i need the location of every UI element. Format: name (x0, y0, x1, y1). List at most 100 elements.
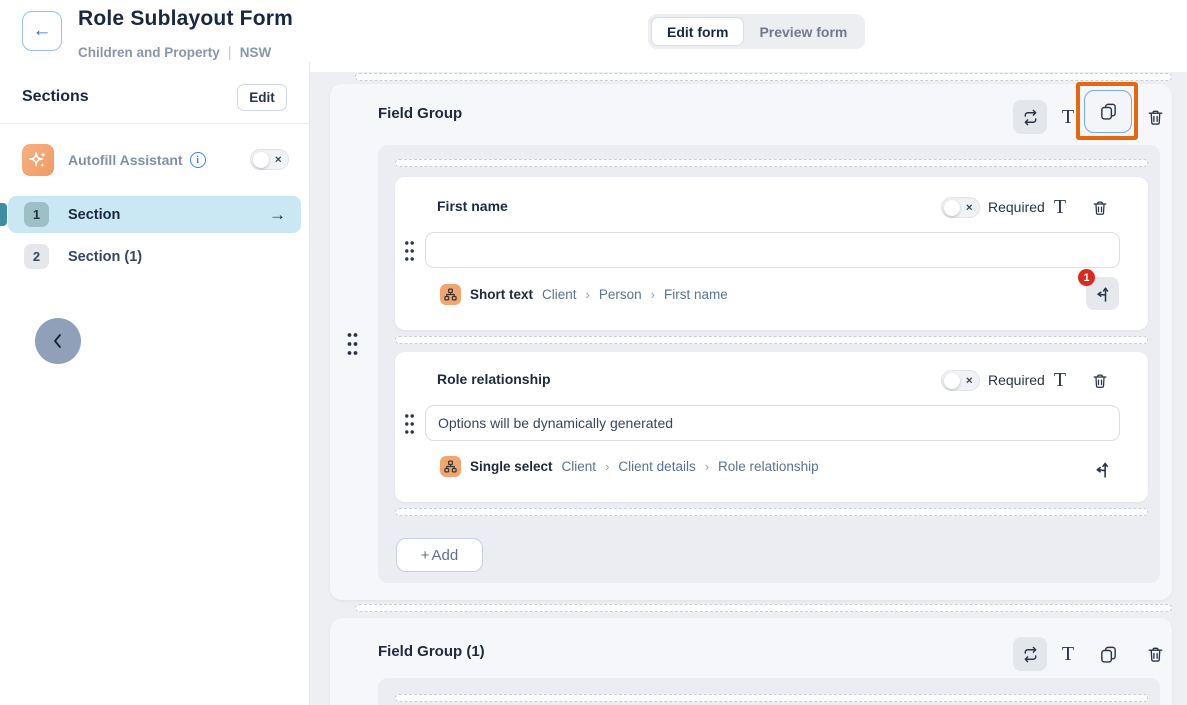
delete-group-button[interactable] (1138, 100, 1172, 134)
toggle-off-icon: ✕ (965, 202, 973, 213)
field-label: Role relationship (437, 371, 551, 387)
back-button[interactable]: ← (22, 11, 62, 51)
sync-icon (1021, 108, 1040, 127)
field-group-title: Field Group (378, 105, 462, 122)
mapping-crumb: First name (664, 287, 728, 302)
sections-heading: Sections (22, 88, 89, 106)
sitemap-icon (440, 284, 461, 305)
trash-icon (1146, 108, 1165, 127)
mapping-crumb: Person (599, 287, 642, 302)
field-delete-button[interactable] (1087, 195, 1113, 221)
required-toggle[interactable]: ✕ (941, 197, 980, 218)
section-number-badge: 2 (24, 244, 49, 269)
field-drag-handle[interactable] (403, 239, 416, 263)
toggle-knob (944, 373, 960, 389)
dropzone-field (395, 694, 1148, 702)
sync-fields-button[interactable] (1013, 100, 1047, 134)
dropzone-field (395, 508, 1148, 516)
toggle-off-icon: ✕ (274, 154, 282, 165)
tab-edit-form[interactable]: Edit form (651, 17, 744, 46)
text-icon: T (1054, 196, 1066, 219)
section-label: Section (68, 196, 120, 233)
copy-icon (1099, 102, 1118, 121)
dropzone-field (395, 336, 1148, 344)
duplicate-group-button[interactable] (1084, 90, 1132, 133)
sidebar-divider (0, 123, 310, 124)
required-toggle[interactable]: ✕ (941, 370, 980, 391)
arrow-right-icon: → (269, 196, 286, 233)
autofill-assistant-row: Autofill Assistant i ✕ (0, 144, 310, 176)
branch-icon (1093, 284, 1113, 304)
form-mode-tabs: Edit form Preview form (648, 14, 865, 49)
info-icon[interactable]: i (190, 152, 206, 168)
field-meta-row: Short text Client › Person › First name (440, 283, 728, 305)
canvas-top-gap (310, 62, 1187, 72)
toggle-off-icon: ✕ (965, 375, 973, 386)
field-card-role-relationship: Role relationship ✕ Required T (395, 352, 1148, 502)
breadcrumb-separator: › (605, 459, 609, 474)
sitemap-icon (440, 456, 461, 477)
field-delete-button[interactable] (1087, 368, 1113, 394)
autofill-assistant-label: Autofill Assistant (68, 152, 183, 168)
mapping-crumb: Role relationship (718, 459, 819, 474)
breadcrumb-separator: › (651, 287, 655, 302)
dropzone-top (355, 73, 1172, 81)
breadcrumb-region: NSW (240, 45, 272, 60)
breadcrumb: Children and Property | NSW (78, 44, 271, 61)
text-icon: T (1054, 369, 1066, 392)
branch-icon (1092, 459, 1113, 480)
edit-sections-button[interactable]: Edit (237, 84, 287, 111)
group-drag-handle[interactable] (345, 331, 360, 357)
fields-panel (378, 678, 1160, 705)
sections-sidebar: Sections Edit Autofill Assistant i ✕ 1 S… (0, 62, 310, 705)
add-button-label: Add (432, 547, 459, 564)
breadcrumb-category: Children and Property (78, 45, 220, 60)
text-style-button[interactable]: T (1051, 637, 1085, 671)
field-text-style-button[interactable]: T (1047, 367, 1073, 393)
field-input-role-relationship[interactable] (425, 405, 1120, 441)
sync-icon (1021, 645, 1040, 664)
trash-icon (1091, 199, 1109, 217)
mapping-crumb: Client (542, 287, 577, 302)
trash-icon (1146, 645, 1165, 664)
add-field-button[interactable]: + Add (396, 538, 483, 572)
toggle-knob (944, 200, 960, 216)
sidebar-item-section-2[interactable]: 2 Section (1) (8, 238, 301, 275)
conditional-logic-button[interactable] (1089, 456, 1115, 482)
field-meta-row: Single select Client › Client details › … (440, 455, 819, 477)
field-input-first-name[interactable] (425, 232, 1120, 268)
text-icon: T (1062, 106, 1074, 129)
fields-panel: First name ✕ Required T (378, 145, 1160, 583)
trash-icon (1091, 372, 1109, 390)
required-label: Required (988, 199, 1045, 215)
copy-icon (1099, 645, 1118, 664)
field-type-label: Short text (470, 287, 533, 302)
field-group-card: Field Group T (330, 84, 1172, 600)
collapse-sidebar-button[interactable] (35, 318, 81, 364)
section-label: Section (1) (68, 238, 142, 275)
notification-badge: 1 (1078, 269, 1095, 286)
text-style-button[interactable]: T (1051, 100, 1085, 134)
field-group-card-2: Field Group (1) T (330, 618, 1172, 705)
autofill-toggle[interactable]: ✕ (250, 149, 289, 170)
app-header: ← Role Sublayout Form Children and Prope… (0, 0, 1187, 62)
field-label: First name (437, 198, 508, 214)
text-icon: T (1062, 643, 1074, 666)
back-arrow-icon: ← (33, 20, 52, 42)
section-number-badge: 1 (24, 202, 49, 227)
delete-group-button[interactable] (1138, 637, 1172, 671)
selected-section-accent (0, 203, 7, 226)
form-canvas: Field Group T (310, 62, 1187, 705)
field-text-style-button[interactable]: T (1047, 194, 1073, 220)
field-drag-handle[interactable] (403, 412, 416, 436)
sidebar-item-section-1[interactable]: 1 Section → (8, 196, 301, 233)
required-label: Required (988, 372, 1045, 388)
sync-fields-button[interactable] (1013, 637, 1047, 671)
tab-preview-form[interactable]: Preview form (744, 17, 862, 46)
breadcrumb-separator: › (586, 287, 590, 302)
breadcrumb-separator: › (705, 459, 709, 474)
field-card-first-name: First name ✕ Required T (395, 177, 1148, 330)
duplicate-group-button[interactable] (1091, 637, 1125, 671)
toggle-knob (253, 152, 269, 168)
sparkle-icon (22, 144, 54, 176)
